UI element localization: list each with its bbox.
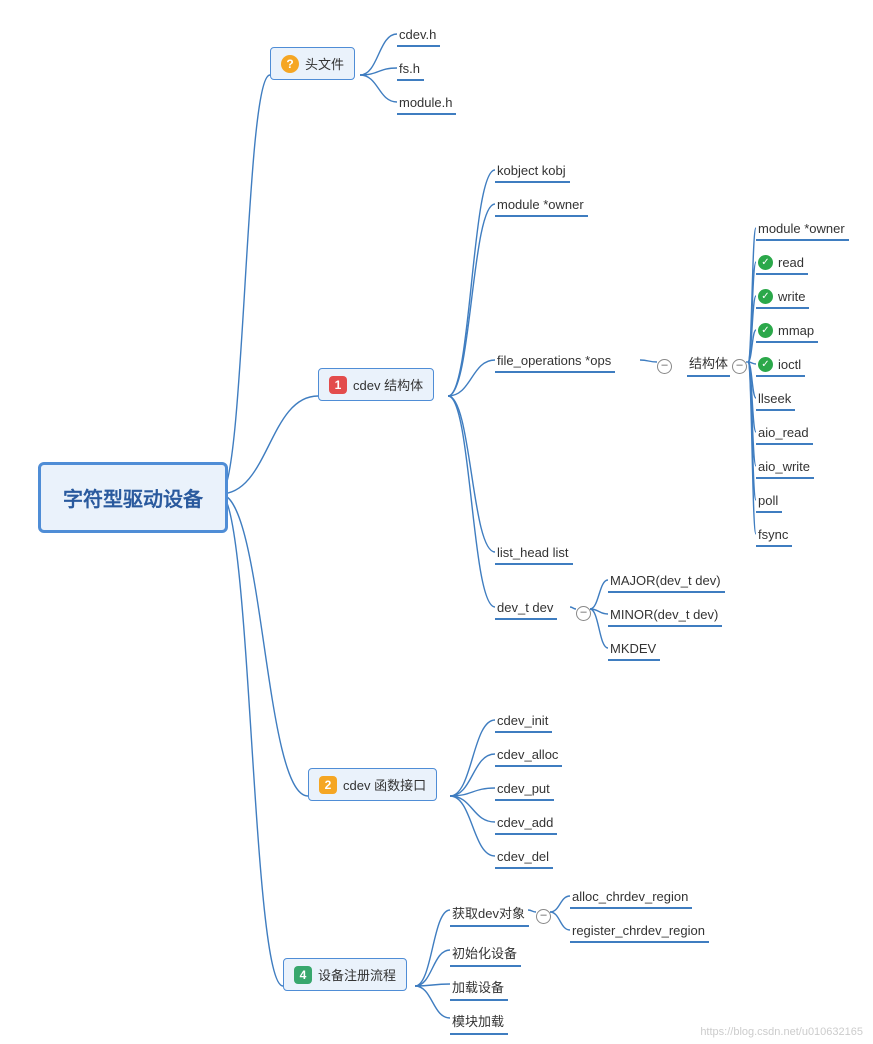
number-badge-4: 4 [294, 966, 312, 984]
topic-label: cdev 结构体 [353, 375, 423, 394]
leaf-label: register_chrdev_region [572, 923, 705, 938]
leaf-node[interactable]: ✓ read [756, 252, 808, 275]
leaf-node[interactable]: cdev_add [495, 812, 557, 835]
leaf-label: mmap [778, 323, 814, 338]
leaf-node[interactable]: kobject kobj [495, 160, 570, 183]
check-icon: ✓ [758, 323, 773, 338]
leaf-label: MINOR(dev_t dev) [610, 607, 718, 622]
question-icon: ? [281, 55, 299, 73]
leaf-node[interactable]: ✓ write [756, 286, 809, 309]
leaf-node[interactable]: file_operations *ops [495, 350, 615, 373]
check-icon: ✓ [758, 289, 773, 304]
topic-label: 设备注册流程 [318, 965, 396, 984]
leaf-label: cdev_alloc [497, 747, 558, 762]
leaf-label: MKDEV [610, 641, 656, 656]
leaf-label: module *owner [497, 197, 584, 212]
leaf-label: file_operations *ops [497, 353, 611, 368]
leaf-node[interactable]: ✓ mmap [756, 320, 818, 343]
leaf-node[interactable]: poll [756, 490, 782, 513]
leaf-label: list_head list [497, 545, 569, 560]
leaf-node[interactable]: list_head list [495, 542, 573, 565]
leaf-label: 获取dev对象 [452, 903, 525, 922]
leaf-label: llseek [758, 391, 791, 406]
number-badge-2: 2 [319, 776, 337, 794]
leaf-node[interactable]: module *owner [756, 218, 849, 241]
leaf-node[interactable]: llseek [756, 388, 795, 411]
leaf-label: cdev_put [497, 781, 550, 796]
leaf-node[interactable]: cdev_del [495, 846, 553, 869]
collapse-toggle-icon[interactable]: – [657, 359, 672, 374]
leaf-node[interactable]: MKDEV [608, 638, 660, 661]
topic-headers[interactable]: ? 头文件 [270, 47, 355, 80]
leaf-label: ioctl [778, 357, 801, 372]
leaf-label: 模块加载 [452, 1011, 504, 1030]
leaf-node[interactable]: MINOR(dev_t dev) [608, 604, 722, 627]
leaf-node[interactable]: cdev.h [397, 24, 440, 47]
collapse-toggle-icon[interactable]: – [732, 359, 747, 374]
leaf-node[interactable]: cdev_put [495, 778, 554, 801]
leaf-label: write [778, 289, 805, 304]
topic-label: 头文件 [305, 54, 344, 73]
leaf-label: alloc_chrdev_region [572, 889, 688, 904]
leaf-label: module.h [399, 95, 452, 110]
leaf-label: aio_write [758, 459, 810, 474]
leaf-node[interactable]: alloc_chrdev_region [570, 886, 692, 909]
leaf-label: read [778, 255, 804, 270]
fops-struct-label[interactable]: 结构体 [687, 350, 730, 377]
root-node[interactable]: 字符型驱动设备 [38, 462, 228, 533]
leaf-node[interactable]: 获取dev对象 [450, 900, 529, 927]
leaf-node[interactable]: register_chrdev_region [570, 920, 709, 943]
check-icon: ✓ [758, 357, 773, 372]
leaf-node[interactable]: 模块加载 [450, 1008, 508, 1035]
watermark: https://blog.csdn.net/u010632165 [700, 1026, 863, 1038]
topic-cdev-struct[interactable]: 1 cdev 结构体 [318, 368, 434, 401]
leaf-label: cdev.h [399, 27, 436, 42]
topic-cdev-funcs[interactable]: 2 cdev 函数接口 [308, 768, 437, 801]
leaf-label: 加载设备 [452, 977, 504, 996]
leaf-label: cdev_del [497, 849, 549, 864]
leaf-label: cdev_add [497, 815, 553, 830]
leaf-label: poll [758, 493, 778, 508]
leaf-node[interactable]: module *owner [495, 194, 588, 217]
leaf-node[interactable]: dev_t dev [495, 597, 557, 620]
leaf-node[interactable]: aio_write [756, 456, 814, 479]
leaf-label: fs.h [399, 61, 420, 76]
leaf-label: dev_t dev [497, 600, 553, 615]
leaf-label: MAJOR(dev_t dev) [610, 573, 721, 588]
topic-register-flow[interactable]: 4 设备注册流程 [283, 958, 407, 991]
leaf-node[interactable]: MAJOR(dev_t dev) [608, 570, 725, 593]
leaf-node[interactable]: aio_read [756, 422, 813, 445]
leaf-node[interactable]: ✓ ioctl [756, 354, 805, 377]
leaf-label: cdev_init [497, 713, 548, 728]
check-icon: ✓ [758, 255, 773, 270]
leaf-node[interactable]: cdev_init [495, 710, 552, 733]
leaf-label: aio_read [758, 425, 809, 440]
collapse-toggle-icon[interactable]: – [536, 909, 551, 924]
number-badge-1: 1 [329, 376, 347, 394]
leaf-node[interactable]: fs.h [397, 58, 424, 81]
leaf-node[interactable]: fsync [756, 524, 792, 547]
leaf-node[interactable]: cdev_alloc [495, 744, 562, 767]
leaf-label: kobject kobj [497, 163, 566, 178]
topic-label: cdev 函数接口 [343, 775, 426, 794]
collapse-toggle-icon[interactable]: – [576, 606, 591, 621]
leaf-label: fsync [758, 527, 788, 542]
leaf-label: 初始化设备 [452, 943, 517, 962]
leaf-node[interactable]: module.h [397, 92, 456, 115]
leaf-node[interactable]: 初始化设备 [450, 940, 521, 967]
leaf-node[interactable]: 加载设备 [450, 974, 508, 1001]
leaf-label: module *owner [758, 221, 845, 236]
